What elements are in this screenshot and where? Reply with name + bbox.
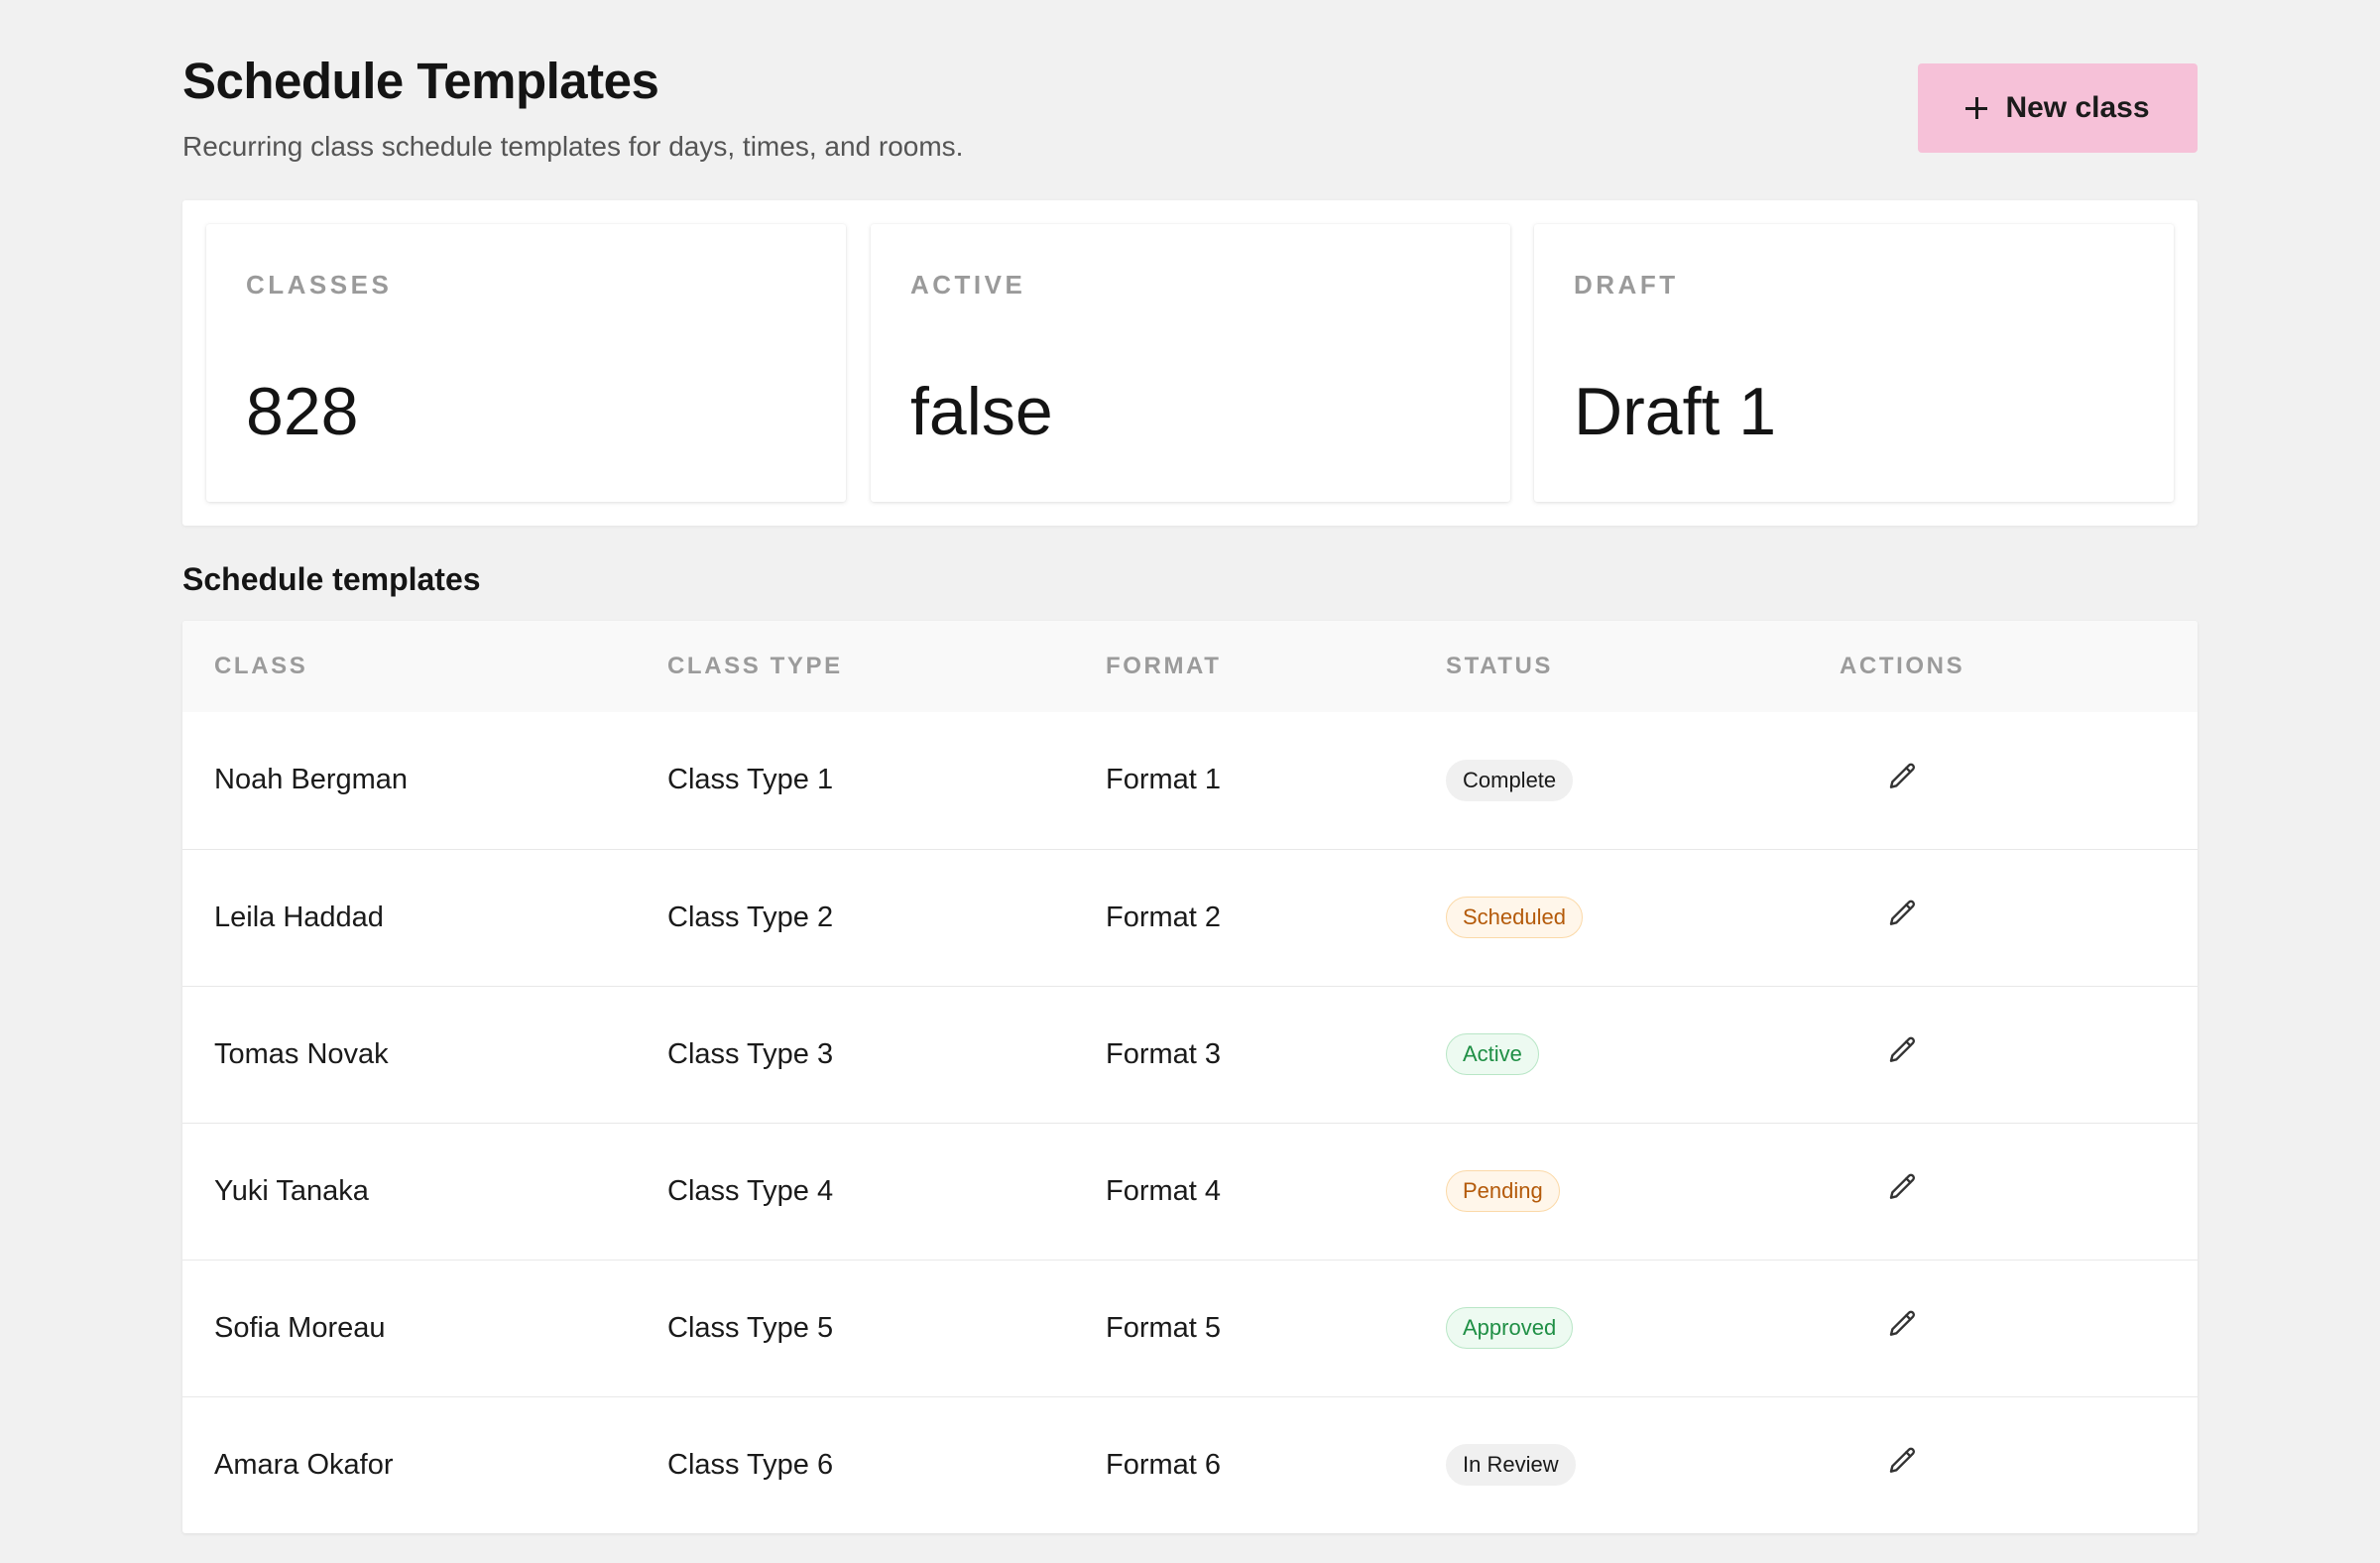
- pencil-icon: [1889, 900, 1916, 925]
- edit-button[interactable]: [1887, 1445, 1919, 1477]
- new-class-button-label: New class: [2005, 91, 2150, 124]
- cell-class: Tomas Novak: [214, 1037, 389, 1070]
- cell-class-type: Class Type 3: [667, 1037, 834, 1070]
- cell-class: Amara Okafor: [214, 1448, 394, 1481]
- cell-class: Leila Haddad: [214, 901, 384, 933]
- status-badge: Scheduled: [1446, 897, 1583, 938]
- cell-actions: [1840, 1123, 2198, 1260]
- plus-icon: [1965, 97, 1988, 119]
- cell-class-type: Class Type 1: [667, 764, 834, 796]
- cell-class-type: Class Type 4: [667, 1174, 834, 1207]
- stat-label: CLASSES: [246, 270, 393, 300]
- stat-value: Draft 1: [1574, 374, 1777, 449]
- status-badge: Approved: [1446, 1307, 1574, 1349]
- cell-class: Yuki Tanaka: [214, 1174, 369, 1207]
- table-row: Amara Okafor Class Type 6 Format 6 In Re…: [182, 1396, 2198, 1533]
- section-title: Schedule templates: [182, 561, 481, 597]
- cell-format: Format 3: [1106, 1037, 1222, 1070]
- cell-actions: [1840, 1260, 2198, 1396]
- pencil-icon: [1889, 1173, 1916, 1199]
- edit-button[interactable]: [1887, 898, 1919, 929]
- pencil-icon: [1889, 1447, 1916, 1474]
- stat-value: 828: [246, 374, 359, 449]
- pencil-icon: [1889, 763, 1916, 788]
- cell-class-type: Class Type 2: [667, 901, 834, 933]
- status-badge: Pending: [1446, 1170, 1560, 1212]
- cell-format: Format 6: [1106, 1448, 1222, 1481]
- edit-button[interactable]: [1887, 1034, 1919, 1066]
- cell-actions: [1840, 1396, 2198, 1533]
- status-badge: Active: [1446, 1033, 1539, 1075]
- table-header-row: CLASS CLASS TYPE FORMAT STATUS ACTIONS: [182, 621, 2198, 712]
- stat-label: ACTIVE: [910, 270, 1026, 300]
- table-row: Sofia Moreau Class Type 5 Format 5 Appro…: [182, 1260, 2198, 1396]
- stat-label: DRAFT: [1574, 270, 1679, 300]
- cell-status: Approved: [1446, 1260, 1840, 1396]
- page-subtitle: Recurring class schedule templates for d…: [182, 131, 964, 162]
- cell-actions: [1840, 986, 2198, 1123]
- column-header-format: FORMAT: [1106, 653, 1222, 679]
- page-header: Schedule Templates Recurring class sched…: [182, 0, 2198, 200]
- status-badge: Complete: [1446, 759, 1574, 801]
- cell-class-type: Class Type 5: [667, 1311, 834, 1344]
- table-row: Tomas Novak Class Type 3 Format 3 Active: [182, 986, 2198, 1123]
- new-class-button[interactable]: New class: [1918, 63, 2198, 153]
- cell-actions: [1840, 849, 2198, 986]
- cell-status: Complete: [1446, 712, 1840, 849]
- cell-format: Format 2: [1106, 901, 1222, 933]
- stat-card-classes: CLASSES 828: [206, 224, 846, 502]
- column-header-class-type: CLASS TYPE: [667, 653, 843, 679]
- schedule-templates-table: CLASS CLASS TYPE FORMAT STATUS ACTIONS N…: [182, 621, 2198, 1533]
- stats-panel: CLASSES 828 ACTIVE false DRAFT Draft 1: [182, 200, 2198, 526]
- page-title: Schedule Templates: [182, 53, 659, 109]
- cell-format: Format 4: [1106, 1174, 1222, 1207]
- pencil-icon: [1889, 1036, 1916, 1062]
- cell-status: Active: [1446, 986, 1840, 1123]
- edit-button[interactable]: [1887, 761, 1919, 792]
- column-header-class: CLASS: [214, 653, 308, 679]
- cell-status: In Review: [1446, 1396, 1840, 1533]
- cell-class: Noah Bergman: [214, 764, 409, 796]
- stat-value: false: [910, 374, 1053, 449]
- status-badge: In Review: [1446, 1444, 1576, 1487]
- cell-class-type: Class Type 6: [667, 1448, 834, 1481]
- cell-actions: [1840, 712, 2198, 849]
- table-row: Noah Bergman Class Type 1 Format 1 Compl…: [182, 712, 2198, 849]
- edit-button[interactable]: [1887, 1308, 1919, 1340]
- cell-status: Pending: [1446, 1123, 1840, 1260]
- cell-format: Format 1: [1106, 764, 1222, 796]
- table-row: Leila Haddad Class Type 2 Format 2 Sched…: [182, 849, 2198, 986]
- cell-format: Format 5: [1106, 1311, 1222, 1344]
- cell-status: Scheduled: [1446, 849, 1840, 986]
- stat-card-active: ACTIVE false: [871, 224, 1510, 502]
- column-header-status: STATUS: [1446, 653, 1554, 679]
- stat-card-draft: DRAFT Draft 1: [1534, 224, 2174, 502]
- column-header-actions: ACTIONS: [1840, 653, 1965, 679]
- pencil-icon: [1889, 1310, 1916, 1336]
- edit-button[interactable]: [1887, 1171, 1919, 1203]
- cell-class: Sofia Moreau: [214, 1311, 386, 1344]
- table-row: Yuki Tanaka Class Type 4 Format 4 Pendin…: [182, 1123, 2198, 1260]
- page: Schedule Templates Recurring class sched…: [182, 0, 2198, 1533]
